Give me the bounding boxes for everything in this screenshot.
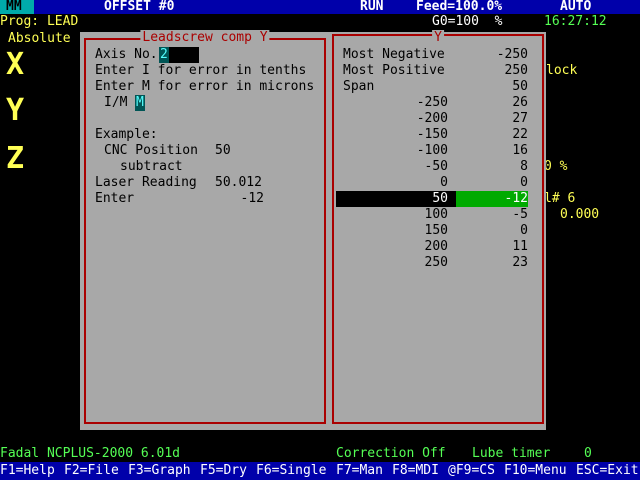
absolute-label: Absolute (8, 31, 71, 46)
enter-value: -12 (240, 191, 264, 206)
row-position: 0 (440, 175, 448, 190)
row-error: 22 (512, 127, 528, 142)
fkey-help[interactable]: F1=Help (0, 462, 55, 480)
axis-x-label: X (6, 47, 25, 82)
tool-number-text: l# 6 (544, 191, 576, 206)
fkey-exit[interactable]: ESC=Exit (576, 462, 639, 480)
fkey-dry[interactable]: F5=Dry (200, 462, 247, 480)
spindle-pct-text: 0 % (544, 159, 568, 174)
laser-reading-label: Laser Reading (95, 175, 197, 190)
span-value: 50 (512, 79, 528, 94)
row-error: 16 (512, 143, 528, 158)
fkey-mdi[interactable]: F8=MDI (392, 462, 439, 480)
axis-number-field[interactable]: 2 (159, 47, 199, 63)
lock-text: lock (546, 63, 578, 78)
axis-number-value: 2 (159, 47, 169, 63)
most-positive-label: Most Positive (343, 63, 445, 78)
cnc-position-value: 50 (215, 143, 231, 158)
span-label: Span (343, 79, 375, 94)
row-position: -50 (424, 159, 448, 174)
row-position: 250 (424, 255, 448, 270)
enter-i-instruction: Enter I for error in tenths (95, 63, 307, 78)
fkey-manual[interactable]: F7=Man (336, 462, 383, 480)
lube-timer-value: 0 (584, 446, 592, 461)
row-position: 200 (424, 239, 448, 254)
y-table-title: Y (432, 30, 444, 46)
fkey-menu[interactable]: F10=Menu (504, 462, 567, 480)
offset-indicator: OFFSET #0 (104, 0, 175, 14)
row-error: 8 (520, 159, 528, 174)
row-error: -5 (512, 207, 528, 222)
row-error: 27 (512, 111, 528, 126)
fkey-single[interactable]: F6=Single (256, 462, 326, 480)
row-error[interactable]: -12 (480, 191, 528, 207)
most-negative-value: -250 (496, 47, 528, 62)
lube-timer-label: Lube timer (472, 446, 551, 461)
clock: 16:27:12 (544, 14, 607, 29)
software-version: Fadal NCPLUS-2000 6.01d (0, 446, 181, 461)
rapid-override: G0=100 % (432, 14, 503, 29)
row-error: 23 (512, 255, 528, 270)
most-negative-label: Most Negative (343, 47, 445, 62)
axis-z-label: Z (6, 141, 25, 176)
function-key-bar: F1=Help F2=File F3=Graph F5=Dry F6=Singl… (0, 462, 640, 480)
run-state-indicator: RUN (360, 0, 384, 14)
im-label: I/M (104, 95, 128, 110)
example-heading: Example: (95, 127, 158, 142)
most-positive-value: 250 (504, 63, 528, 78)
enter-label: Enter (95, 191, 135, 206)
program-name: Prog: LEAD (0, 14, 79, 29)
axis-y-label: Y (6, 93, 25, 128)
fkey-graph[interactable]: F3=Graph (128, 462, 191, 480)
axis-number-label: Axis No. (95, 47, 158, 62)
row-position: -100 (416, 143, 448, 158)
subtract-text: subtract (120, 159, 183, 174)
row-position: 50 (432, 191, 448, 206)
row-error: 11 (512, 239, 528, 254)
fkey-file[interactable]: F2=File (64, 462, 119, 480)
laser-reading-value: 50.012 (215, 175, 262, 190)
row-position: -150 (416, 127, 448, 142)
leadscrew-comp-dialog: Leadscrew comp Y Axis No. 2 Enter I for … (80, 30, 330, 430)
row-position: -250 (416, 95, 448, 110)
enter-m-instruction: Enter M for error in microns (95, 79, 315, 94)
cnc-position-label: CNC Position (104, 143, 198, 158)
row-error: 0 (520, 223, 528, 238)
correction-status: Correction Off (336, 446, 446, 461)
row-position: 150 (424, 223, 448, 238)
tool-offset-value: 0.000 (560, 207, 600, 222)
top-status-bar: MM OFFSET #0 RUN Feed=100.0% AUTO (0, 0, 640, 14)
row-position: 100 (424, 207, 448, 222)
row-error: 26 (512, 95, 528, 110)
units-indicator: MM (0, 0, 34, 14)
dialog-title: Leadscrew comp Y (140, 30, 270, 46)
im-input-field[interactable]: M (135, 95, 145, 111)
y-compensation-table: Y Most Negative -250 Most Positive 250 S… (330, 30, 546, 430)
row-position: -200 (416, 111, 448, 126)
mode-indicator: AUTO (560, 0, 592, 14)
feed-indicator: Feed=100.0% (416, 0, 503, 14)
row-error: 0 (520, 175, 528, 190)
fkey-cs[interactable]: @F9=CS (448, 462, 495, 480)
